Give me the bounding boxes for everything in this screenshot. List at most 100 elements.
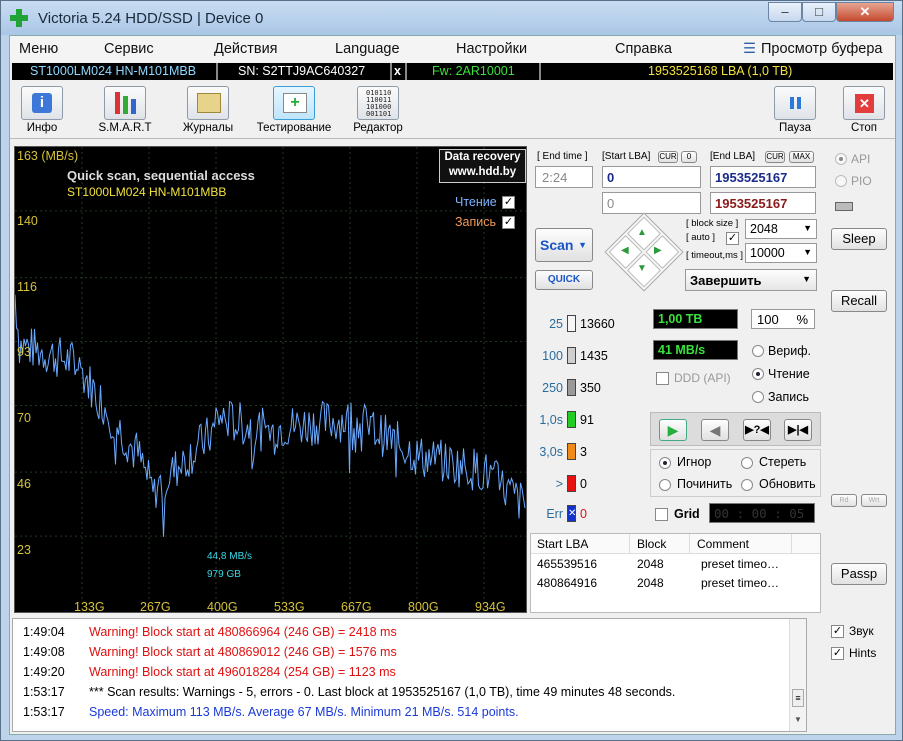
end-time-input[interactable]: 2:24 [535, 166, 593, 188]
log-scrollbar[interactable]: ≡ ▼ [789, 619, 806, 731]
graph-model: ST1000LM024 HN-M101MBB [67, 185, 227, 199]
table-row[interactable]: 480864916 2048 preset timeo… [531, 574, 820, 593]
read-legend-label: Чтение [455, 195, 497, 209]
grid-checkbox[interactable] [655, 508, 668, 521]
block-stat-row: 3,0s 3 [530, 443, 647, 463]
close-button[interactable]: ✕ [836, 2, 894, 22]
recall-button[interactable]: Recall [831, 290, 887, 312]
api-radio[interactable] [835, 153, 847, 165]
menu-help[interactable]: Справка [615, 41, 672, 57]
y-tick: 116 [17, 280, 37, 294]
log-message: Warning! Block start at 480869012 (246 G… [89, 645, 397, 659]
read-radio[interactable] [752, 368, 764, 380]
wrt-button[interactable]: Wrt [861, 494, 887, 507]
x-tick: 267G [140, 600, 171, 613]
sleep-button[interactable]: Sleep [831, 228, 887, 250]
menu-main[interactable]: Меню [19, 41, 58, 57]
logs-button[interactable]: Журналы [168, 86, 248, 134]
rd-button[interactable]: Rd [831, 494, 857, 507]
ignore-label: Игнор [677, 455, 712, 469]
random-seek-button[interactable]: ▶?◀ [743, 419, 771, 441]
start-cur-button[interactable]: CUR [658, 151, 678, 163]
write-mode-label: Запись [768, 390, 810, 404]
row-comment: preset timeo… [701, 576, 780, 590]
menu-service[interactable]: Сервис [104, 41, 154, 57]
test-icon: + [273, 86, 315, 120]
repair-label: Починить [677, 477, 733, 491]
block-stat-count: 350 [580, 381, 601, 395]
col-block[interactable]: Block [637, 537, 666, 551]
play-forward-button[interactable]: ▶ [659, 419, 687, 441]
block-color-swatch [567, 347, 576, 364]
end-lba-second-input[interactable]: 1953525167 [710, 192, 816, 214]
api-label: API [851, 152, 871, 166]
menu-settings[interactable]: Настройки [456, 41, 527, 57]
butterfly-button[interactable]: ▶|◀ [784, 419, 812, 441]
block-stat-row: 100 1435 [530, 347, 647, 367]
play-backward-button[interactable]: ◀ [701, 419, 729, 441]
block-size-select[interactable]: 2048 ▼ [745, 219, 817, 239]
block-stat-row: 1,0s 91 [530, 411, 647, 431]
table-header: Start LBA Block Comment [531, 534, 820, 554]
menu-language[interactable]: Language [335, 41, 400, 57]
start-lba-input[interactable]: 0 [602, 166, 701, 188]
table-row[interactable]: 465539516 2048 preset timeo… [531, 555, 820, 574]
ignore-radio[interactable] [659, 457, 671, 469]
hints-checkbox[interactable]: ✓ [831, 647, 844, 660]
buffer-icon: ☰ [743, 41, 756, 57]
erase-radio[interactable] [741, 457, 753, 469]
write-radio[interactable] [752, 391, 764, 403]
pause-button[interactable]: Пауза [755, 86, 835, 134]
maximize-button[interactable]: □ [802, 2, 836, 22]
log-time: 1:49:08 [23, 645, 65, 659]
scan-button[interactable]: Scan ▼ [535, 228, 593, 262]
start-zero-button[interactable]: 0 [681, 151, 697, 163]
menu-actions[interactable]: Действия [214, 41, 278, 57]
speed-graph: 163 (MB/s) 140 116 93 70 46 23 133G 267G… [14, 146, 527, 613]
log-time: 1:49:20 [23, 665, 65, 679]
block-stat-label: 25 [549, 317, 563, 331]
smart-label: S.M.A.R.T [98, 122, 152, 134]
col-start-lba[interactable]: Start LBA [537, 537, 588, 551]
end-lba-label: [End LBA] [710, 151, 756, 162]
divider [216, 63, 218, 80]
sound-checkbox[interactable]: ✓ [831, 625, 844, 638]
info-button[interactable]: i Инфо [2, 86, 82, 134]
col-comment[interactable]: Comment [697, 537, 749, 551]
log-message: Warning! Block start at 496018284 (254 G… [89, 665, 396, 679]
block-stat-label: 100 [542, 349, 563, 363]
grid-label: Grid [674, 507, 700, 521]
repair-radio[interactable] [659, 479, 671, 491]
refresh-radio[interactable] [741, 479, 753, 491]
end-lba-input[interactable]: 1953525167 [710, 166, 816, 188]
menu-buffer-view[interactable]: Просмотр буфера [761, 41, 882, 57]
editor-button[interactable]: 010110 110011 101000 001101 Редактор [338, 86, 418, 134]
quick-button[interactable]: QUICK [535, 270, 593, 290]
auto-checkbox[interactable]: ✓ [726, 232, 739, 245]
pio-label: PIO [851, 174, 872, 188]
block-stat-row: >0 [530, 475, 647, 495]
timeout-select[interactable]: 10000 ▼ [745, 243, 817, 263]
divider [405, 63, 407, 80]
verify-radio[interactable] [752, 345, 764, 357]
direction-pad[interactable] [604, 212, 684, 292]
start-lba-second-input[interactable]: 0 [602, 192, 701, 214]
divider [390, 63, 392, 80]
passp-button[interactable]: Passp [831, 563, 887, 585]
ddd-api-checkbox[interactable] [656, 372, 669, 385]
end-max-button[interactable]: MAX [789, 151, 814, 163]
write-legend-checkbox[interactable]: ✓ [502, 216, 515, 229]
pio-radio[interactable] [835, 175, 847, 187]
x-tick: 667G [341, 600, 372, 613]
minimize-button[interactable]: – [768, 2, 802, 22]
end-cur-button[interactable]: CUR [765, 151, 785, 163]
smart-button[interactable]: S.M.A.R.T [85, 86, 165, 134]
title-bar: Victoria 5.24 HDD/SSD | Device 0 – □ ✕ [1, 1, 902, 35]
data-recovery-banner[interactable]: Data recovery www.hdd.by [439, 149, 526, 183]
testing-button[interactable]: + Тестирование [254, 86, 334, 134]
log-time: 1:49:04 [23, 625, 65, 639]
read-legend-checkbox[interactable]: ✓ [502, 196, 515, 209]
finish-action-value: Завершить [690, 273, 762, 288]
stop-button[interactable]: ✕ Стоп [824, 86, 903, 134]
finish-action-select[interactable]: Завершить ▼ [685, 269, 817, 291]
